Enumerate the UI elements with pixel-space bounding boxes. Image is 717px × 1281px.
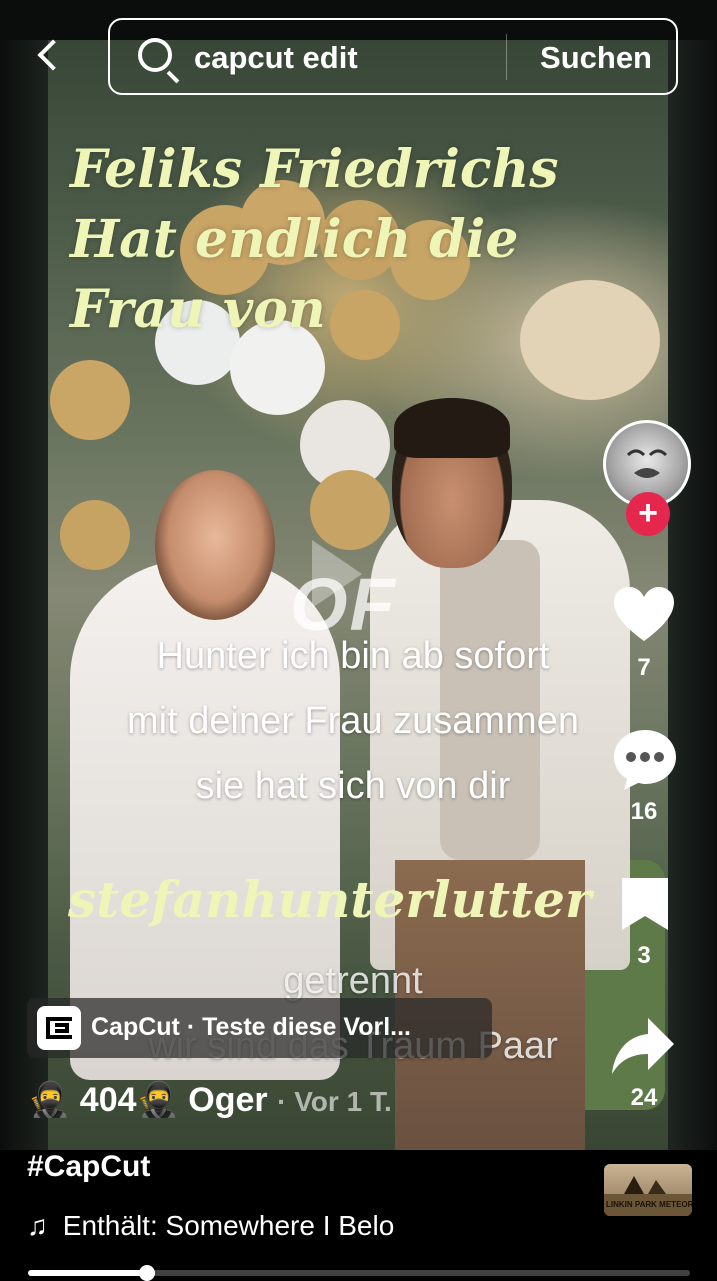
music-title: Enthält: Somewhere I Belo	[62, 1210, 395, 1241]
capcut-label: CapCut · Teste diese Vorl...	[91, 1013, 411, 1041]
title-line: Feliks Friedrichs	[70, 139, 559, 200]
caption-line: sie hat sich von dir	[195, 765, 511, 807]
disc-label: LINKIN PARK METEORA DEMO	[606, 1200, 692, 1209]
author-line[interactable]: 🥷 404🥷 Oger · Vor 1 T.	[28, 1080, 392, 1120]
capcut-logo-icon	[37, 1006, 81, 1050]
author-name[interactable]: 🥷 404🥷 Oger	[28, 1081, 268, 1119]
caption-line: getrennt	[283, 960, 423, 1002]
search-bar[interactable]: capcut edit Suchen	[108, 18, 678, 95]
balloon	[310, 470, 390, 550]
title-line: Hat endlich die	[70, 209, 519, 270]
caption-line: Hunter ich bin ab sofort	[156, 635, 550, 677]
comment-count: 16	[630, 798, 658, 825]
follow-button[interactable]: +	[626, 492, 670, 536]
back-button[interactable]	[30, 38, 70, 78]
handle-overlay: stefanhunterlutter	[68, 870, 592, 929]
share-count: 24	[630, 1084, 658, 1111]
bride-head	[155, 470, 275, 620]
share-icon[interactable]	[610, 1016, 676, 1078]
music-info[interactable]: ♫ Enthält: Somewhere I Belo	[27, 1210, 432, 1242]
post-time: · Vor 1 T.	[277, 1086, 392, 1117]
progress-knob[interactable]	[139, 1265, 156, 1281]
search-button[interactable]: Suchen	[540, 40, 652, 76]
bookmark-icon[interactable]	[620, 876, 670, 932]
search-divider	[506, 34, 507, 80]
save-count: 3	[637, 942, 651, 969]
music-note-icon: ♫	[27, 1210, 48, 1241]
music-disc[interactable]: LINKIN PARK METEORA DEMO	[604, 1164, 692, 1216]
groom-hair	[394, 398, 510, 458]
caption-line: mit deiner Frau zusammen	[127, 700, 579, 742]
hashtag-link[interactable]: #CapCut	[27, 1150, 150, 1184]
video-blur-left	[0, 40, 48, 1150]
avatar-face-icon	[626, 449, 668, 478]
like-count: 7	[637, 654, 651, 681]
comment-icon[interactable]	[612, 728, 678, 792]
video-player[interactable]: Feliks Friedrichs Hat endlich die Frau v…	[0, 0, 717, 1150]
balloon	[60, 500, 130, 570]
capcut-template-link[interactable]: CapCut · Teste diese Vorl...	[27, 998, 492, 1058]
video-title-overlay: Feliks Friedrichs Hat endlich die Frau v…	[70, 135, 590, 345]
title-line: Frau von	[70, 279, 326, 340]
search-input[interactable]: capcut edit	[194, 40, 358, 76]
video-progress-bar[interactable]	[28, 1265, 690, 1281]
balloon	[50, 360, 130, 440]
heart-icon[interactable]	[612, 585, 676, 645]
search-icon	[138, 38, 172, 72]
progress-fill	[28, 1270, 148, 1276]
